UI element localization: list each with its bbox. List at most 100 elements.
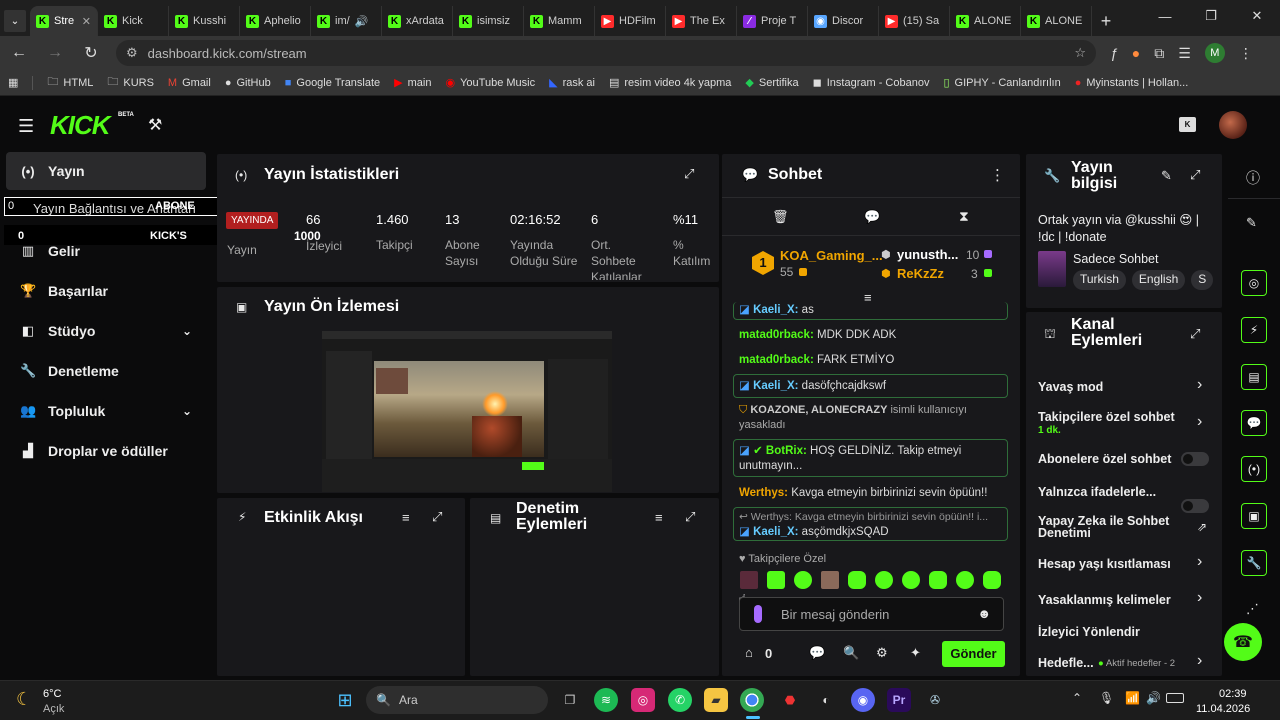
obs-icon[interactable]: ◐ bbox=[814, 688, 838, 712]
new-tab-button[interactable]: + bbox=[1092, 6, 1120, 36]
chevron-right-icon[interactable]: › bbox=[1197, 413, 1202, 431]
sidebar-item-topluluk[interactable]: 👥 Topluluk ⌄ bbox=[6, 392, 206, 430]
preview-rail-icon[interactable]: ▣ bbox=[1241, 503, 1267, 529]
browser-tab[interactable]: ◉ Discor bbox=[808, 6, 879, 36]
browser-tab[interactable]: ▶ (15) Sa bbox=[879, 6, 950, 36]
expand-icon[interactable]: ⤢ bbox=[1190, 167, 1200, 183]
stream-preview-video[interactable] bbox=[322, 331, 612, 492]
bookmark-item[interactable]: 🗀 HTML bbox=[47, 73, 93, 92]
edit-pencil-icon[interactable]: ✎ bbox=[1161, 168, 1172, 184]
emote[interactable] bbox=[956, 571, 974, 589]
browser-tab[interactable]: K Kusshi bbox=[169, 6, 240, 36]
sidebar-item-yayin[interactable]: (•) Yayın bbox=[6, 152, 206, 190]
mic-icon[interactable] bbox=[754, 605, 762, 623]
bookmark-item[interactable]: M Gmail bbox=[168, 77, 211, 89]
goals-row[interactable]: Hedefle... bbox=[1038, 656, 1098, 670]
windows-start-icon[interactable]: ⊞ bbox=[333, 688, 357, 712]
filter-icon[interactable]: ≡ bbox=[655, 510, 663, 525]
puzzle-icon[interactable]: ✦ bbox=[910, 645, 921, 661]
emoji-icon[interactable]: ☻ bbox=[977, 606, 991, 621]
bookmark-item[interactable]: ◼ Instagram - Cobanov bbox=[813, 76, 930, 90]
hamburger-menu-icon[interactable]: ☰ bbox=[18, 116, 34, 137]
hammer-icon[interactable]: ⚒ bbox=[148, 115, 162, 135]
bookmark-item[interactable]: ▶ main bbox=[394, 76, 431, 90]
browser-menu-icon[interactable]: ⋮ bbox=[1239, 45, 1253, 62]
url-input[interactable]: ⚙ dashboard.kick.com/stream ☆ bbox=[116, 40, 1096, 66]
reading-list-icon[interactable]: ☰ bbox=[1178, 45, 1191, 62]
sidebar-item-studyo[interactable]: ◧ Stüdyo ⌄ bbox=[6, 312, 206, 350]
apps-grid-icon[interactable]: ▦ bbox=[8, 76, 18, 89]
edit-icon[interactable]: ✎ bbox=[1246, 215, 1257, 231]
kick-logo[interactable]: KICK bbox=[50, 110, 111, 141]
bookmark-item[interactable]: ◉ YouTube Music bbox=[445, 76, 535, 90]
emote[interactable] bbox=[902, 571, 920, 589]
user-avatar[interactable] bbox=[1219, 111, 1247, 139]
chevron-right-icon[interactable]: › bbox=[1197, 553, 1202, 571]
account-age-row[interactable]: Hesap yaşı kısıtlaması bbox=[1038, 557, 1188, 571]
bookmark-item[interactable]: ● Myinstants | Hollan... bbox=[1075, 77, 1189, 89]
close-window-icon[interactable]: ✕ bbox=[1234, 0, 1280, 32]
site-info-icon[interactable]: ⚙ bbox=[126, 45, 138, 61]
share-icon[interactable]: ⋰ bbox=[1246, 601, 1259, 617]
browser-tab[interactable]: K Aphelio bbox=[240, 6, 311, 36]
chevron-up-icon[interactable]: ⌃ bbox=[1072, 691, 1082, 705]
expand-icon[interactable]: ⤢ bbox=[1190, 326, 1200, 342]
discord-icon[interactable]: ◉ bbox=[851, 688, 875, 712]
expand-icon[interactable]: ⤢ bbox=[684, 166, 694, 182]
extension-orange-icon[interactable]: ● bbox=[1132, 45, 1140, 61]
clock-time[interactable]: 02:39 bbox=[1219, 688, 1247, 700]
app-red-icon[interactable]: ⬣ bbox=[778, 688, 802, 712]
close-tab-icon[interactable]: ✕ bbox=[82, 15, 91, 28]
spotify-icon[interactable]: ≋ bbox=[594, 688, 618, 712]
browser-tab[interactable]: Kisimsiz bbox=[453, 6, 524, 36]
followers-only-row[interactable]: Takipçilere özel sohbet bbox=[1038, 410, 1188, 424]
browser-tab[interactable]: Kim/🔊 bbox=[311, 6, 382, 36]
lightning-rail-icon[interactable]: ⚡ bbox=[1241, 317, 1267, 343]
browser-tab[interactable]: KxArdata bbox=[382, 6, 453, 36]
emote[interactable] bbox=[983, 571, 1001, 589]
hourglass-icon[interactable]: ⧗ bbox=[959, 208, 969, 225]
extensions-puzzle-icon[interactable]: ⧉ bbox=[1154, 45, 1164, 62]
file-explorer-icon[interactable]: ▰ bbox=[704, 688, 728, 712]
bookmark-item[interactable]: ◆ Sertifika bbox=[745, 76, 798, 90]
emotes-only-toggle[interactable] bbox=[1181, 499, 1209, 513]
battery-icon[interactable] bbox=[1166, 693, 1184, 703]
browser-tab[interactable]: K Mamm bbox=[524, 6, 595, 36]
sidebar-item-denetleme[interactable]: 🔧 Denetleme bbox=[6, 352, 206, 390]
instagram-icon[interactable]: ◎ bbox=[631, 688, 655, 712]
expand-icon[interactable]: ⤢ bbox=[432, 509, 442, 525]
expand-icon[interactable]: ⤢ bbox=[685, 509, 695, 525]
chevron-right-icon[interactable]: › bbox=[1197, 376, 1202, 394]
chat-rail-icon[interactable]: 💬 bbox=[1241, 410, 1267, 436]
more-options-icon[interactable]: ⋮ bbox=[990, 166, 1005, 184]
emote[interactable] bbox=[848, 571, 866, 589]
mic-tray-icon[interactable]: 🎙 bbox=[1099, 691, 1114, 705]
sidebar-item-basarilar[interactable]: 🏆 Başarılar bbox=[6, 272, 206, 310]
emote[interactable] bbox=[740, 571, 758, 589]
external-link-icon[interactable]: ⇗ bbox=[1197, 520, 1207, 534]
search-icon[interactable]: 🔍 bbox=[843, 645, 859, 661]
tag-chip[interactable]: English bbox=[1131, 270, 1186, 290]
ai-moderation-row[interactable]: Yapay Zeka ile Sohbet Denetimi bbox=[1038, 515, 1178, 540]
minimize-icon[interactable]: — bbox=[1142, 0, 1188, 32]
kick-small-logo[interactable]: K bbox=[1179, 117, 1196, 132]
sidebar-item-droplar[interactable]: ▟ Droplar ve ödüller bbox=[6, 432, 206, 470]
chat-ellipsis-icon[interactable]: 💬 bbox=[864, 209, 880, 225]
chrome-icon[interactable] bbox=[740, 688, 764, 712]
settings-gear-icon[interactable]: ⚙ bbox=[876, 645, 888, 661]
store-icon[interactable]: ⌂ bbox=[745, 645, 753, 660]
wrench-rail-icon[interactable]: 🔧 bbox=[1241, 550, 1267, 576]
document-rail-icon[interactable]: ▤ bbox=[1241, 364, 1267, 390]
chat-icon[interactable]: 💬 bbox=[809, 645, 825, 661]
browser-tab[interactable]: K Kick bbox=[98, 6, 169, 36]
browser-tab[interactable]: K ALONE bbox=[1021, 6, 1092, 36]
bookmark-item[interactable]: ◣ rask ai bbox=[549, 76, 595, 90]
chevron-right-icon[interactable]: › bbox=[1197, 652, 1202, 670]
browser-tab[interactable]: ▶ The Ex bbox=[666, 6, 737, 36]
send-button[interactable]: Gönder bbox=[942, 641, 1005, 667]
emote[interactable] bbox=[767, 571, 785, 589]
task-view-icon[interactable]: ❐ bbox=[558, 688, 582, 712]
browser-tab[interactable]: K ALONE bbox=[950, 6, 1021, 36]
bookmark-item[interactable]: 🗀 KURS bbox=[107, 73, 154, 92]
volume-icon[interactable]: 🔊 bbox=[1146, 691, 1161, 705]
